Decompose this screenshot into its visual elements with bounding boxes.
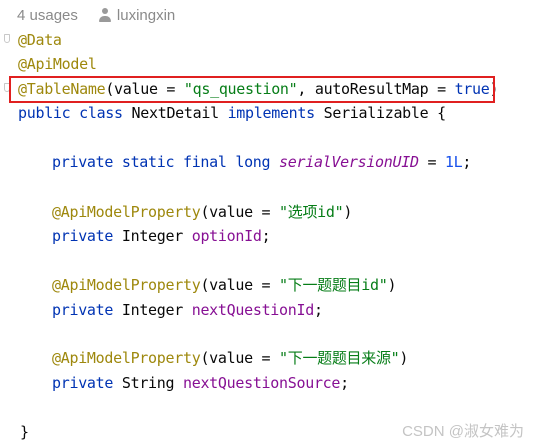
code-line-annotation-data[interactable]: @Data <box>18 28 62 52</box>
code-line-field1-annotation[interactable]: @ApiModelProperty(value = "选项id") <box>52 200 352 224</box>
highlight-box <box>9 76 495 103</box>
user-icon <box>98 8 112 22</box>
code-line-field3-annotation[interactable]: @ApiModelProperty(value = "下一题题目来源") <box>52 346 408 370</box>
author-name[interactable]: luxingxin <box>117 7 175 24</box>
code-line-serial-version[interactable]: private static final long serialVersionU… <box>52 150 471 174</box>
watermark: CSDN @淑女难为 <box>402 423 524 440</box>
code-line-field2-declaration[interactable]: private Integer nextQuestionId; <box>52 298 323 322</box>
code-line-closing-brace[interactable]: } <box>20 420 29 444</box>
code-line-annotation-apimodel[interactable]: @ApiModel <box>18 52 97 76</box>
code-line-field1-declaration[interactable]: private Integer optionId; <box>52 224 271 248</box>
code-vision-hints: 4 usages luxingxin <box>17 4 175 26</box>
code-line-class-declaration[interactable]: public class NextDetail implements Seria… <box>18 101 446 125</box>
code-line-field3-declaration[interactable]: private String nextQuestionSource; <box>52 371 349 395</box>
fold-marker-icon[interactable] <box>4 34 10 43</box>
code-line-field2-annotation[interactable]: @ApiModelProperty(value = "下一题题目id") <box>52 273 396 297</box>
usages-link[interactable]: 4 usages <box>17 7 78 24</box>
